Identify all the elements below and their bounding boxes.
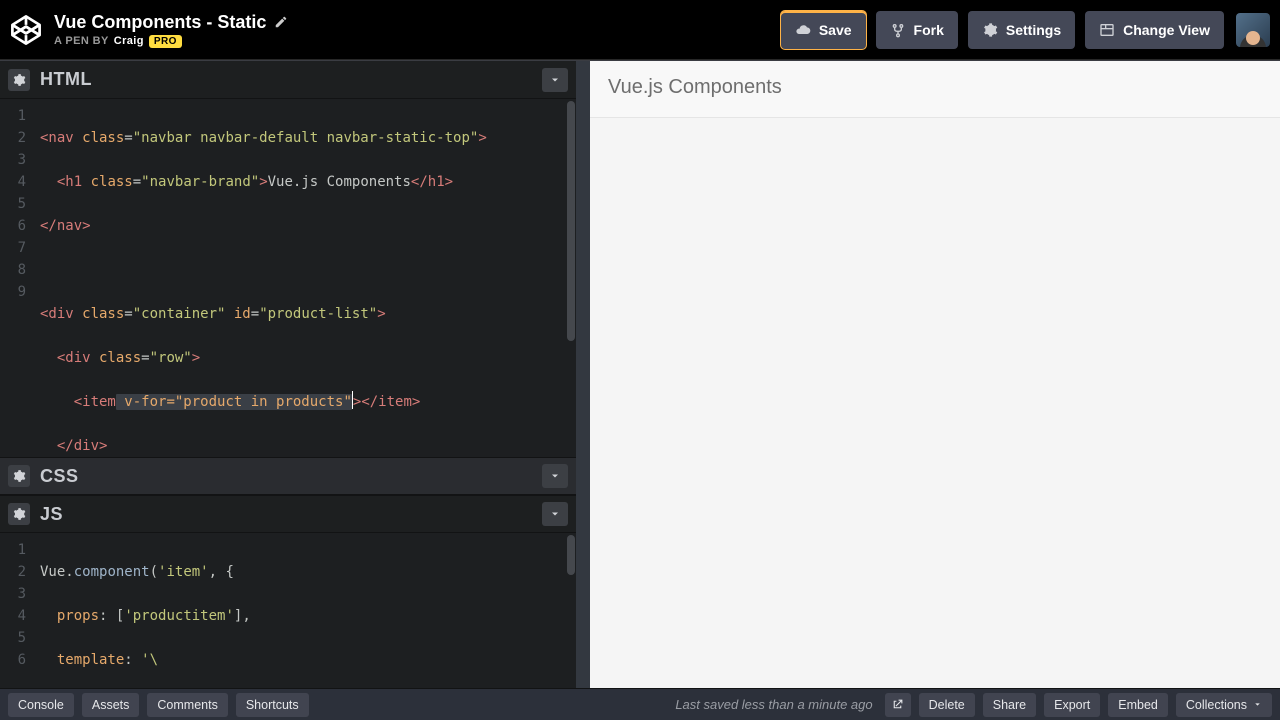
console-button[interactable]: Console bbox=[8, 693, 74, 717]
js-editor[interactable]: 1 2 3 4 5 6 Vue.component('item', { prop… bbox=[0, 533, 576, 688]
html-gutter: 1 2 3 4 5 6 7 8 9 bbox=[0, 99, 34, 457]
pen-meta: Vue Components - Static A PEN BY Craig P… bbox=[54, 12, 288, 48]
settings-button[interactable]: Settings bbox=[968, 11, 1075, 49]
avatar[interactable] bbox=[1236, 13, 1270, 47]
html-code[interactable]: <nav class="navbar navbar-default navbar… bbox=[34, 99, 576, 457]
gear-icon bbox=[982, 22, 998, 38]
js-panel-title: JS bbox=[40, 504, 63, 525]
edit-title-icon[interactable] bbox=[274, 15, 288, 29]
js-scrollbar[interactable] bbox=[567, 535, 575, 575]
layout-icon bbox=[1099, 22, 1115, 38]
share-button[interactable]: Share bbox=[983, 693, 1036, 717]
html-scrollbar[interactable] bbox=[567, 101, 575, 341]
delete-button[interactable]: Delete bbox=[919, 693, 975, 717]
cloud-save-icon bbox=[795, 22, 811, 38]
html-collapse-button[interactable] bbox=[542, 68, 568, 92]
editors-column: HTML 1 2 3 4 5 6 7 8 9 <nav class="navba… bbox=[0, 61, 590, 688]
html-settings-icon[interactable] bbox=[8, 69, 30, 91]
css-settings-icon[interactable] bbox=[8, 465, 30, 487]
css-collapse-button[interactable] bbox=[542, 464, 568, 488]
pen-author[interactable]: Craig bbox=[114, 35, 144, 47]
preview-heading: Vue.js Components bbox=[608, 76, 1262, 99]
html-panel-title: HTML bbox=[40, 69, 92, 90]
collections-button[interactable]: Collections bbox=[1176, 693, 1272, 717]
js-collapse-button[interactable] bbox=[542, 502, 568, 526]
preview-pane[interactable]: Vue.js Components bbox=[590, 61, 1280, 688]
assets-button[interactable]: Assets bbox=[82, 693, 140, 717]
save-button[interactable]: Save bbox=[781, 11, 866, 49]
footer-bar: Console Assets Comments Shortcuts Last s… bbox=[0, 688, 1280, 720]
preview-navbar: Vue.js Components bbox=[590, 61, 1280, 118]
fork-icon bbox=[890, 22, 906, 38]
change-view-button[interactable]: Change View bbox=[1085, 11, 1224, 49]
js-panel-header[interactable]: JS bbox=[0, 495, 576, 533]
pro-badge: PRO bbox=[149, 35, 182, 48]
export-button[interactable]: Export bbox=[1044, 693, 1100, 717]
html-editor[interactable]: 1 2 3 4 5 6 7 8 9 <nav class="navbar nav… bbox=[0, 99, 576, 457]
comments-button[interactable]: Comments bbox=[147, 693, 227, 717]
save-status: Last saved less than a minute ago bbox=[675, 697, 872, 712]
embed-button[interactable]: Embed bbox=[1108, 693, 1168, 717]
shortcuts-button[interactable]: Shortcuts bbox=[236, 693, 309, 717]
js-code[interactable]: Vue.component('item', { props: ['product… bbox=[34, 533, 576, 688]
workspace: HTML 1 2 3 4 5 6 7 8 9 <nav class="navba… bbox=[0, 60, 1280, 688]
chevron-down-icon bbox=[1253, 700, 1262, 709]
open-external-button[interactable] bbox=[885, 693, 911, 717]
top-bar: Vue Components - Static A PEN BY Craig P… bbox=[0, 0, 1280, 60]
html-panel-header[interactable]: HTML bbox=[0, 61, 576, 99]
codepen-logo[interactable] bbox=[6, 10, 46, 50]
css-panel-title: CSS bbox=[40, 466, 79, 487]
js-settings-icon[interactable] bbox=[8, 503, 30, 525]
pen-byline-prefix: A PEN BY bbox=[54, 35, 109, 47]
js-gutter: 1 2 3 4 5 6 bbox=[0, 533, 34, 688]
css-panel-header[interactable]: CSS bbox=[0, 457, 576, 495]
pen-title[interactable]: Vue Components - Static bbox=[54, 12, 266, 33]
fork-button[interactable]: Fork bbox=[876, 11, 958, 49]
